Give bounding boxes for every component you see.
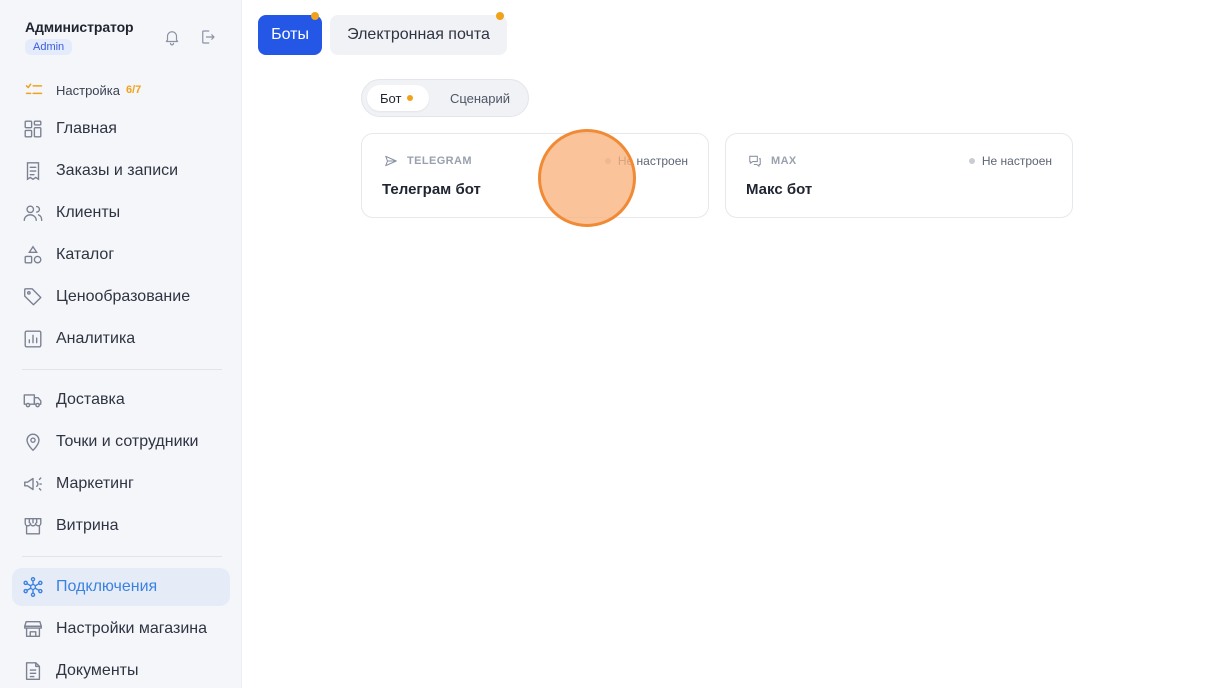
megaphone-icon [22, 473, 44, 495]
sidebar-item-label: Заказы и записи [56, 162, 179, 179]
sidebar-item-label: Маркетинг [56, 475, 134, 492]
setup-label: Настройка [56, 82, 120, 98]
sidebar-item-label: Главная [56, 120, 117, 137]
status-badge: Не настроен [968, 154, 1052, 168]
store-settings-icon [22, 618, 44, 640]
sidebar-item-label: Ценообразование [56, 288, 191, 305]
tab-label: Электронная почта [347, 26, 490, 43]
sidebar-item-delivery[interactable]: Доставка [12, 381, 230, 419]
sidebar-item-label: Витрина [56, 517, 119, 534]
connections-icon [22, 576, 44, 598]
sidebar-item-label: Каталог [56, 246, 115, 263]
card-title: Макс бот [746, 181, 813, 198]
segment-label: Сценарий [449, 90, 511, 106]
sidebar-item-catalog[interactable]: Каталог [12, 236, 230, 274]
notification-dot [311, 12, 319, 20]
bot-card-max[interactable]: MAX Не настроен Макс бот [725, 133, 1073, 218]
location-pin-icon [22, 431, 44, 453]
sidebar-item-label: Клиенты [56, 204, 121, 221]
send-icon [384, 154, 398, 168]
sidebar-item-home[interactable]: Главная [12, 110, 230, 148]
sidebar-divider [22, 556, 222, 557]
sidebar-item-label: Доставка [56, 391, 125, 408]
status-text: Не настроен [981, 154, 1052, 168]
sidebar-item-store-settings[interactable]: Настройки магазина [12, 610, 230, 648]
catalog-icon [22, 244, 44, 266]
sidebar-item-connections[interactable]: Подключения [12, 568, 230, 606]
truck-icon [22, 389, 44, 411]
card-platform: MAX [748, 154, 797, 168]
status-badge: Не настроен [604, 154, 688, 168]
sidebar-item-documents[interactable]: Документы [12, 652, 230, 688]
sidebar-item-clients[interactable]: Клиенты [12, 194, 230, 232]
sidebar-item-locations[interactable]: Точки и сотрудники [12, 423, 230, 461]
setup-progress[interactable]: Настройка 6/7 [24, 80, 141, 100]
segment-bot[interactable]: Бот [367, 85, 429, 111]
sidebar-item-pricing[interactable]: Ценообразование [12, 278, 230, 316]
sidebar-divider [22, 369, 222, 370]
storefront-icon [22, 515, 44, 537]
tab-email[interactable]: Электронная почта [330, 12, 507, 55]
platform-name: MAX [771, 155, 797, 167]
users-icon [22, 202, 44, 224]
setup-count: 6/7 [126, 84, 142, 96]
chat-icon [748, 154, 762, 168]
checklist-icon [24, 80, 44, 100]
sidebar: Администратор Admin Настройка 6/7 Главна… [0, 0, 242, 688]
sidebar-item-label: Настройки магазина [56, 620, 208, 637]
document-icon [22, 660, 44, 682]
platform-name: TELEGRAM [407, 155, 472, 167]
sidebar-item-analytics[interactable]: Аналитика [12, 320, 230, 358]
sidebar-item-label: Точки и сотрудники [56, 433, 199, 450]
app-root: Администратор Admin Настройка 6/7 Главна… [0, 0, 1231, 688]
notification-dot [407, 95, 414, 101]
user-block: Администратор Admin [25, 19, 134, 55]
orders-icon [22, 160, 44, 182]
sidebar-item-label: Подключения [56, 578, 158, 595]
tab-label: Боты [271, 26, 309, 43]
sidebar-item-orders[interactable]: Заказы и записи [12, 152, 230, 190]
card-title: Телеграм бот [382, 181, 481, 198]
dashboard-icon [22, 118, 44, 140]
mode-switch: Бот Сценарий [361, 79, 529, 117]
logout-icon[interactable] [199, 28, 217, 46]
sidebar-item-label: Аналитика [56, 330, 136, 347]
segment-scenario[interactable]: Сценарий [436, 85, 524, 111]
notification-dot [496, 12, 504, 20]
analytics-icon [22, 328, 44, 350]
segment-label: Бот [380, 90, 402, 106]
sidebar-item-label: Документы [56, 662, 139, 679]
tab-bots[interactable]: Боты [258, 12, 322, 55]
role-badge: Admin [25, 39, 73, 55]
bell-icon[interactable] [163, 28, 181, 46]
sidebar-item-marketing[interactable]: Маркетинг [12, 465, 230, 503]
bot-card-telegram[interactable]: TELEGRAM Не настроен Телеграм бот [361, 133, 709, 218]
status-dot [604, 158, 611, 164]
card-platform: TELEGRAM [384, 154, 472, 168]
sidebar-item-storefront[interactable]: Витрина [12, 507, 230, 545]
status-text: Не настроен [617, 154, 688, 168]
status-dot [968, 158, 975, 164]
user-name: Администратор [25, 19, 134, 35]
tag-icon [22, 286, 44, 308]
